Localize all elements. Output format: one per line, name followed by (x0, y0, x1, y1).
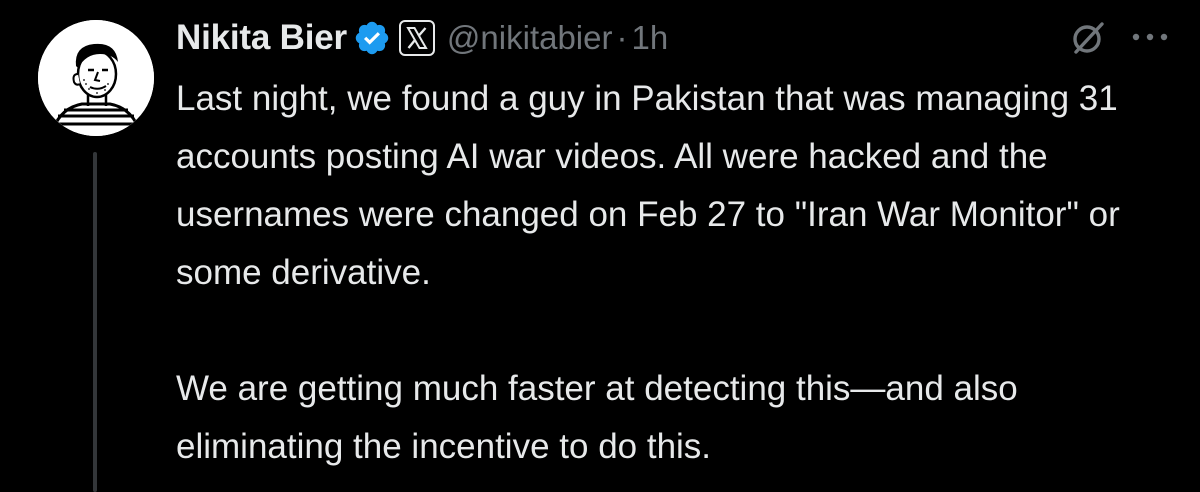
avatar-column (38, 20, 154, 492)
verified-badge-icon (353, 19, 391, 57)
separator-dot: · (616, 19, 628, 56)
author-display-name[interactable]: Nikita Bier (176, 18, 347, 58)
author-handle[interactable]: @nikitabier (447, 19, 613, 57)
tweet[interactable]: Nikita Bier @nikitabier · 1h Last night,… (0, 0, 1200, 492)
tweet-header: Nikita Bier @nikitabier · 1h (176, 10, 668, 66)
tweet-paragraph-2: We are getting much faster at detecting … (176, 369, 1018, 466)
tweet-timestamp[interactable]: 1h (632, 19, 669, 57)
thread-line (93, 152, 97, 492)
tweet-body: Last night, we found a guy in Pakistan t… (176, 70, 1176, 476)
tweet-paragraph-1: Last night, we found a guy in Pakistan t… (176, 79, 1120, 292)
avatar[interactable] (38, 20, 154, 136)
avatar-illustration (38, 20, 154, 136)
x-logo-icon[interactable] (398, 20, 435, 56)
grok-slash-icon[interactable] (1068, 18, 1108, 58)
more-options-icon[interactable] (1124, 22, 1176, 52)
